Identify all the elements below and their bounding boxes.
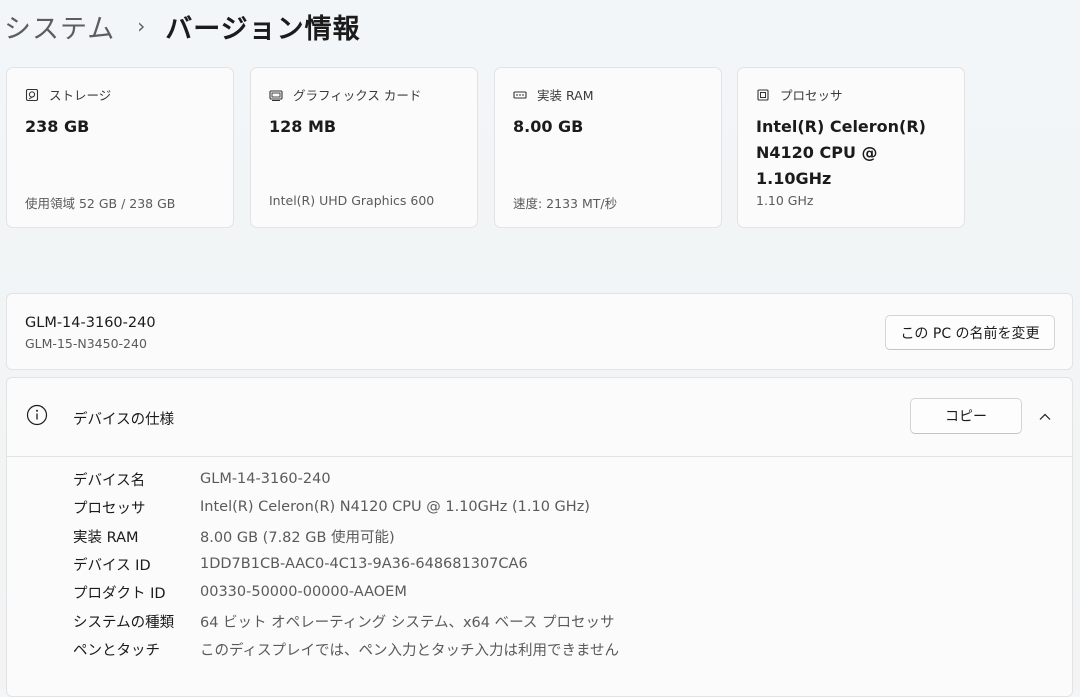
spec-label: プロダクト ID	[73, 585, 166, 602]
spec-label: ペンとタッチ	[73, 642, 160, 659]
device-model: GLM-15-N3450-240	[25, 336, 147, 351]
processor-card[interactable]: プロセッサ Intel(R) Celeron(R) N4120 CPU @ 1.…	[737, 67, 965, 228]
processor-icon	[756, 88, 770, 102]
spec-value: GLM-14-3160-240	[200, 471, 331, 487]
card-subtext: 1.10 GHz	[756, 193, 814, 208]
spec-value: Intel(R) Celeron(R) N4120 CPU @ 1.10GHz …	[200, 499, 590, 515]
spec-label: システムの種類	[73, 614, 175, 631]
chevron-up-icon[interactable]	[1038, 409, 1052, 423]
page-title: バージョン情報	[165, 13, 361, 45]
device-name-panel: GLM-14-3160-240 GLM-15-N3450-240 この PC の…	[6, 293, 1073, 370]
breadcrumb-system-link[interactable]: システム	[4, 7, 115, 46]
device-spec-panel: デバイスの仕様 コピー デバイス名 GLM-14-3160-240 プロセッサ …	[6, 377, 1073, 697]
card-title: プロセッサ	[780, 88, 843, 103]
card-subtext: 速度: 2133 MT/秒	[513, 196, 618, 211]
spec-value: 1DD7B1CB-AAC0-4C13-9A36-648681307CA6	[200, 556, 528, 572]
card-value: 238 GB	[25, 117, 90, 136]
spec-value: このディスプレイでは、ペン入力とタッチ入力は利用できません	[200, 642, 620, 659]
spec-label: 実装 RAM	[73, 529, 139, 546]
card-title: グラフィックス カード	[293, 88, 422, 103]
card-title: 実装 RAM	[537, 88, 594, 103]
breadcrumb: システム › バージョン情報	[4, 4, 361, 48]
card-header: プロセッサ	[756, 85, 843, 104]
spec-label: デバイス名	[73, 472, 146, 489]
device-name: GLM-14-3160-240	[25, 315, 156, 331]
storage-card[interactable]: ストレージ 238 GB 使用領域 52 GB / 238 GB	[6, 67, 234, 228]
spec-label: デバイス ID	[73, 557, 151, 574]
graphics-card-icon	[269, 88, 283, 102]
card-header: グラフィックス カード	[269, 85, 421, 104]
rename-pc-button[interactable]: この PC の名前を変更	[885, 315, 1055, 350]
card-header: 実装 RAM	[513, 85, 594, 104]
spec-value: 64 ビット オペレーティング システム、x64 ベース プロセッサ	[200, 614, 615, 631]
graphics-card-card[interactable]: グラフィックス カード 128 MB Intel(R) UHD Graphics…	[250, 67, 478, 228]
card-value: Intel(R) Celeron(R) N4120 CPU @ 1.10GHz	[756, 117, 926, 188]
spec-label: プロセッサ	[73, 500, 146, 517]
card-subtext: Intel(R) UHD Graphics 600	[269, 193, 435, 208]
ram-card[interactable]: 実装 RAM 8.00 GB 速度: 2133 MT/秒	[494, 67, 722, 228]
device-spec-header[interactable]: デバイスの仕様 コピー	[7, 378, 1072, 457]
storage-icon	[25, 88, 39, 102]
ram-icon	[513, 88, 527, 102]
spec-value: 00330-50000-00000-AAOEM	[200, 584, 407, 600]
card-value: 128 MB	[269, 117, 337, 136]
card-subtext: 使用領域 52 GB / 238 GB	[25, 196, 176, 211]
spec-value: 8.00 GB (7.82 GB 使用可能)	[200, 529, 395, 546]
info-icon	[26, 404, 48, 426]
copy-button[interactable]: コピー	[910, 398, 1022, 434]
card-header: ストレージ	[25, 85, 111, 104]
card-value: 8.00 GB	[513, 117, 584, 136]
device-spec-title: デバイスの仕様	[73, 412, 175, 428]
card-title: ストレージ	[49, 88, 112, 103]
breadcrumb-separator: ›	[137, 14, 146, 38]
